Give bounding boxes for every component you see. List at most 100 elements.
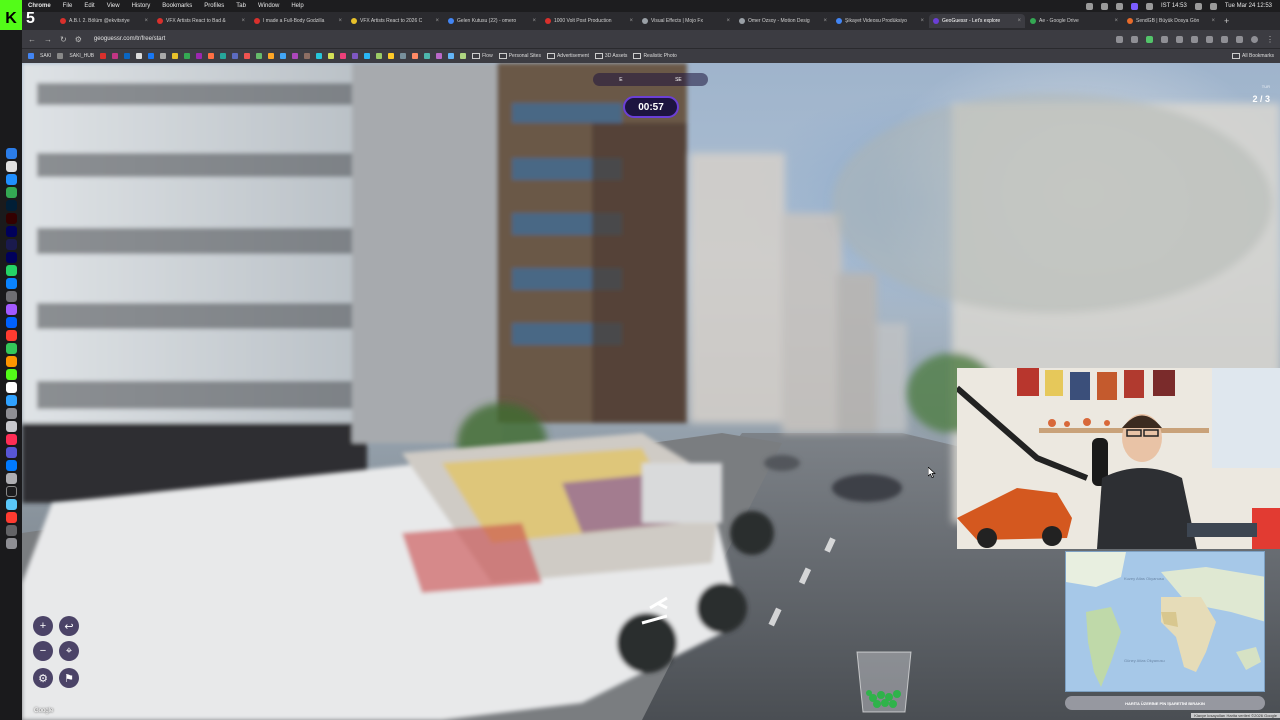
bookmark-folder[interactable]: Personal Sites bbox=[499, 53, 541, 59]
url-field[interactable]: geoguessr.com/tr/free/start bbox=[90, 36, 1108, 42]
bookmark-icon[interactable] bbox=[57, 53, 64, 59]
avatar[interactable] bbox=[1251, 35, 1258, 43]
app-icon[interactable] bbox=[5, 395, 17, 406]
search-icon[interactable] bbox=[1209, 2, 1217, 10]
menu-icon[interactable]: ⋮ bbox=[1266, 35, 1274, 44]
app-icon[interactable] bbox=[5, 408, 17, 419]
bookmark-icon[interactable] bbox=[352, 53, 359, 59]
app-icon[interactable] bbox=[5, 343, 17, 354]
tray-icon[interactable] bbox=[1085, 2, 1093, 10]
download-icon[interactable] bbox=[1221, 35, 1228, 43]
app-icon[interactable] bbox=[5, 434, 17, 445]
browser-tab[interactable]: A.B.I. 2. Bölüm @ekvitsriye × bbox=[56, 14, 152, 28]
extension-icon[interactable] bbox=[1161, 35, 1168, 43]
browser-tab-active[interactable]: GeoGuessr - Let's explore × bbox=[929, 14, 1025, 28]
menu-help[interactable]: Help bbox=[285, 3, 309, 9]
bookmark-icon[interactable] bbox=[220, 53, 227, 59]
browser-tab[interactable]: VFX Artists React to Bad & × bbox=[153, 14, 249, 28]
close-icon[interactable]: × bbox=[726, 18, 730, 24]
extension-icon[interactable] bbox=[1236, 35, 1243, 43]
tray-icon[interactable] bbox=[1130, 2, 1138, 10]
close-icon[interactable]: × bbox=[1017, 18, 1021, 24]
guess-minimap[interactable]: Kuzey Atlas Okyanusu Güney Atlas Okyanus… bbox=[1065, 551, 1265, 692]
reload-icon[interactable]: ↻ bbox=[60, 35, 67, 44]
bookmark-icon[interactable] bbox=[388, 53, 395, 59]
trash-icon[interactable] bbox=[5, 538, 17, 549]
bookmark-icon[interactable] bbox=[268, 53, 275, 59]
bookmark-icon[interactable] bbox=[208, 53, 215, 59]
wifi-icon[interactable] bbox=[1194, 2, 1202, 10]
menu-view[interactable]: View bbox=[101, 3, 126, 9]
zoom-in-button[interactable]: + bbox=[33, 616, 53, 636]
browser-tab[interactable]: 1000 Volt Post Production × bbox=[541, 14, 637, 28]
bookmark-icon[interactable] bbox=[196, 53, 203, 59]
bookmark-icon[interactable] bbox=[424, 53, 431, 59]
browser-tab[interactable]: Omer Ozsoy - Motion Desig × bbox=[735, 14, 831, 28]
photoshop-icon[interactable] bbox=[5, 200, 17, 211]
app-icon[interactable] bbox=[5, 330, 17, 341]
app-icon[interactable] bbox=[5, 356, 17, 367]
app-icon[interactable] bbox=[5, 525, 17, 536]
close-icon[interactable]: × bbox=[241, 18, 245, 24]
browser-tab[interactable]: Gelen Kutusu (22) - omero × bbox=[444, 14, 540, 28]
flag-button[interactable]: ⚑ bbox=[59, 668, 79, 688]
close-icon[interactable]: × bbox=[1211, 18, 1215, 24]
bookmark-icon[interactable] bbox=[256, 53, 263, 59]
bookmark-icon[interactable] bbox=[412, 53, 419, 59]
guess-button[interactable]: HARİTA ÜZERİNE PİN İŞARETİNİ BIRAKIN bbox=[1065, 696, 1265, 710]
bookmark-icon[interactable] bbox=[328, 53, 335, 59]
menu-window[interactable]: Window bbox=[252, 3, 285, 9]
bookmark-icon[interactable] bbox=[184, 53, 191, 59]
browser-tab[interactable]: Ae - Google Drive × bbox=[1026, 14, 1122, 28]
app-icon[interactable] bbox=[5, 421, 17, 432]
browser-tab[interactable]: Şikayet Videosu Prodüksiyo × bbox=[832, 14, 928, 28]
app-icon[interactable] bbox=[5, 148, 17, 159]
browser-tab[interactable]: Visual Effects | Mojo Fx × bbox=[638, 14, 734, 28]
app-icon[interactable] bbox=[5, 278, 17, 289]
site-info-icon[interactable]: ⚙ bbox=[75, 35, 82, 44]
facebook-icon[interactable] bbox=[148, 53, 155, 59]
app-icon[interactable] bbox=[5, 291, 17, 302]
bookmark-icon[interactable] bbox=[304, 53, 311, 59]
bookmark-icon[interactable] bbox=[280, 53, 287, 59]
menu-tab[interactable]: Tab bbox=[230, 3, 252, 9]
close-icon[interactable]: × bbox=[435, 18, 439, 24]
close-icon[interactable]: × bbox=[920, 18, 924, 24]
bookmark[interactable]: SAKI bbox=[40, 53, 51, 59]
browser-tab[interactable]: I made a Full-Body Godzilla × bbox=[250, 14, 346, 28]
close-icon[interactable]: × bbox=[144, 18, 148, 24]
linkedin-icon[interactable] bbox=[124, 53, 131, 59]
menu-profiles[interactable]: Profiles bbox=[198, 3, 230, 9]
app-icon[interactable] bbox=[5, 174, 17, 185]
bookmark-icon[interactable] bbox=[436, 53, 443, 59]
app-icon[interactable] bbox=[5, 499, 17, 510]
instagram-icon[interactable] bbox=[112, 53, 119, 59]
bookmark-icon[interactable] bbox=[232, 53, 239, 59]
close-icon[interactable]: × bbox=[1114, 18, 1118, 24]
return-to-start-button[interactable]: ⌖ bbox=[59, 641, 79, 661]
settings-button[interactable]: ⚙ bbox=[33, 668, 53, 688]
media-encoder-icon[interactable] bbox=[5, 252, 17, 263]
undo-button[interactable]: ↩ bbox=[59, 616, 79, 636]
back-icon[interactable]: ← bbox=[28, 35, 36, 44]
bookmark-icon[interactable] bbox=[160, 53, 167, 59]
menu-edit[interactable]: Edit bbox=[78, 3, 100, 9]
extension-icon[interactable] bbox=[1206, 35, 1213, 43]
star-icon[interactable] bbox=[1131, 35, 1138, 43]
youtube-icon[interactable] bbox=[100, 53, 107, 59]
app-icon[interactable] bbox=[5, 447, 17, 458]
bookmark-icon[interactable] bbox=[340, 53, 347, 59]
app-icon[interactable] bbox=[5, 460, 17, 471]
app-icon[interactable] bbox=[5, 161, 17, 172]
extension-icon[interactable] bbox=[1146, 35, 1153, 43]
browser-tab[interactable]: SendGB | Büyük Dosya Gön × bbox=[1123, 14, 1219, 28]
app-icon[interactable] bbox=[5, 369, 17, 380]
close-icon[interactable]: × bbox=[338, 18, 342, 24]
browser-tab[interactable]: VFX Artists React to 2026 C × bbox=[347, 14, 443, 28]
bookmark-icon[interactable] bbox=[292, 53, 299, 59]
app-icon[interactable] bbox=[5, 486, 17, 497]
tray-icon[interactable] bbox=[1115, 2, 1123, 10]
bookmark-folder[interactable]: Realistic Photo bbox=[633, 53, 676, 59]
app-icon[interactable] bbox=[5, 304, 17, 315]
extension-icon[interactable] bbox=[1191, 35, 1198, 43]
